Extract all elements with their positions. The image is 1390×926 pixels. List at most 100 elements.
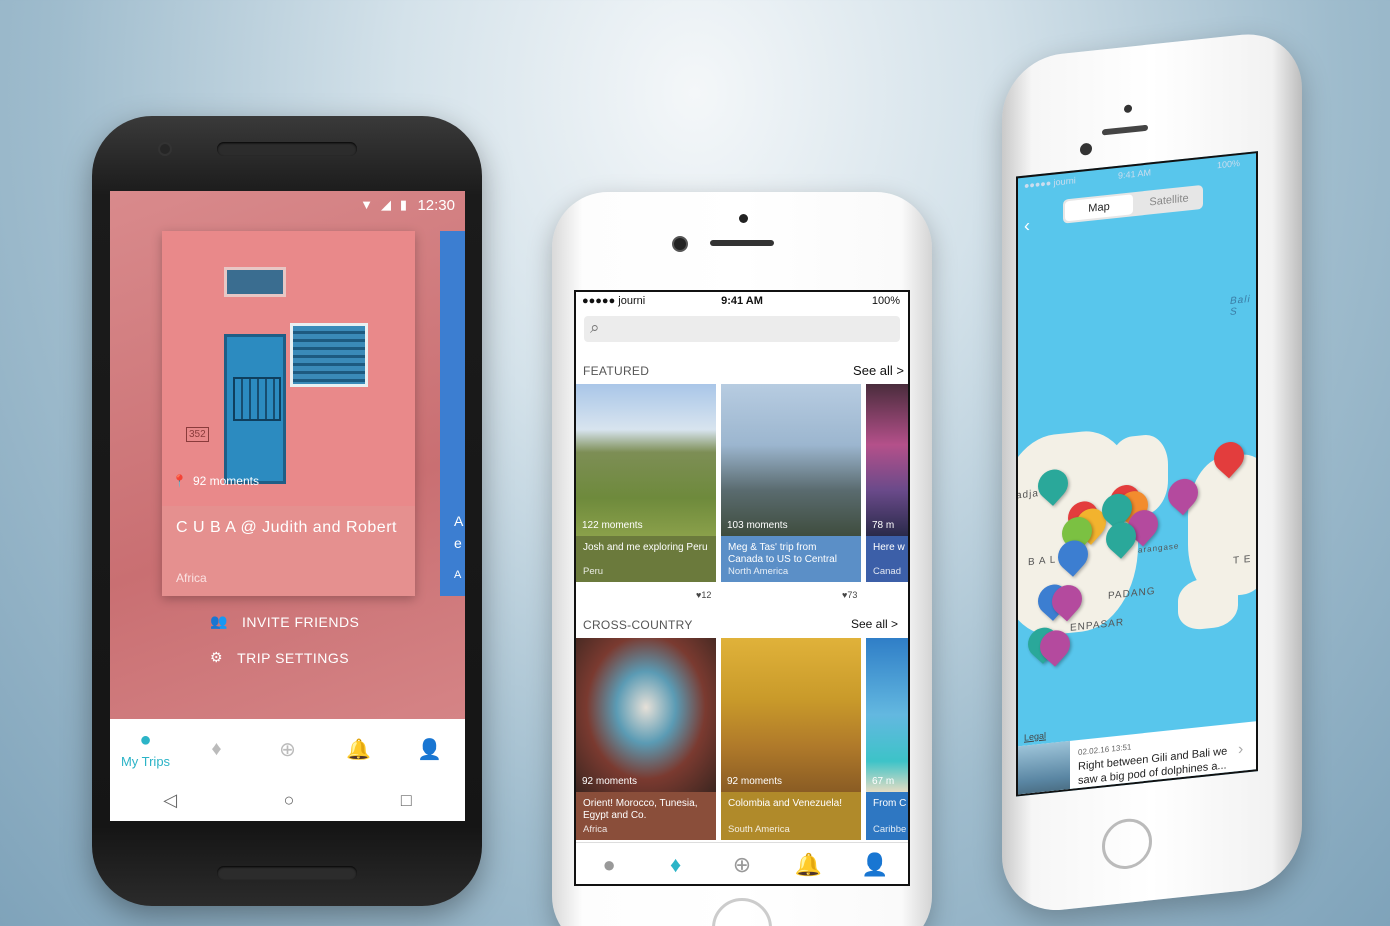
trip-card[interactable]: 352 📍 92 moments C U B A @ Judith and Ro…: [162, 231, 415, 596]
tile-moments: 103 moments: [727, 520, 788, 531]
segment-satellite[interactable]: Satellite: [1135, 185, 1203, 216]
battery-label: 100%: [871, 295, 900, 307]
bell-icon: 🔔: [794, 851, 823, 877]
globe-icon: ●: [602, 851, 616, 877]
home-nav-button[interactable]: ○: [284, 790, 295, 811]
featured-tile-1[interactable]: 122 moments Josh and me exploring Peru P…: [576, 384, 716, 584]
tile-title: Colombia and Venezuela!: [728, 798, 842, 809]
map-label-te: T E: [1233, 553, 1252, 567]
recents-nav-button[interactable]: □: [401, 790, 412, 811]
tile-caption: From C Domini Caribbe: [866, 792, 908, 840]
tab-my-trips-label: My Trips: [120, 754, 171, 769]
bottom-tab-bar: ● My Trips ♦ ⊕ 🔔 👤: [110, 719, 465, 779]
tile-moments: 92 moments: [727, 776, 783, 787]
plus-icon: ⊕: [732, 851, 752, 877]
tile-photo: [866, 638, 908, 792]
trip-settings-button[interactable]: ⚙ TRIP SETTINGS: [210, 649, 349, 666]
tab-notifications[interactable]: 🔔: [323, 719, 394, 779]
tab-profile[interactable]: 👤: [842, 843, 908, 884]
group-icon: 👥: [210, 613, 228, 629]
feather-icon: ♦: [211, 737, 222, 760]
status-time: 9:41 AM: [1118, 167, 1152, 181]
feather-icon: ♦: [669, 851, 682, 877]
speaker-grille-bottom: [217, 866, 357, 880]
tile-region: North America: [728, 566, 789, 577]
segment-map[interactable]: Map: [1065, 194, 1133, 222]
status-time: 12:30: [417, 197, 455, 214]
tab-my-trips[interactable]: ●: [576, 843, 642, 884]
trip-region: Africa: [176, 571, 207, 585]
tile-photo: [576, 384, 716, 536]
home-button[interactable]: [1102, 816, 1152, 872]
back-nav-button[interactable]: ◁: [163, 790, 177, 811]
featured-tile-2[interactable]: 103 moments Meg & Tas' trip from Canada …: [721, 384, 861, 584]
tile-likes[interactable]: ♥12: [696, 590, 711, 600]
map-label-bali-sea: Bali S: [1230, 293, 1251, 319]
status-bar: ●●●●● journi 9:41 AM 100%: [576, 292, 908, 312]
status-bar: ▼ ◢ ▮ 12:30: [110, 191, 465, 219]
next-card-text-2: e: [454, 535, 462, 551]
tile-photo: [721, 384, 861, 536]
tile-region: Caribbe: [873, 824, 907, 835]
user-icon: 👤: [861, 851, 889, 877]
front-camera: [158, 142, 172, 156]
proximity-sensor: [1124, 104, 1132, 114]
tile-title: Josh and me exploring Peru: [583, 542, 708, 553]
tile-likes[interactable]: ♥73: [842, 590, 857, 600]
next-trip-card[interactable]: A e A: [440, 231, 465, 596]
tab-feed[interactable]: ♦: [181, 719, 252, 779]
tile-region: Canad: [873, 566, 901, 577]
featured-tile-3[interactable]: 78 m Here w Luisa a Canad: [866, 384, 908, 584]
tile-title: Meg & Tas' trip from Canada to US to Cen…: [728, 542, 837, 565]
proximity-sensor: [739, 214, 748, 223]
tab-profile[interactable]: 👤: [394, 719, 465, 779]
tile-region: Peru: [583, 566, 604, 577]
invite-friends-button[interactable]: 👥 INVITE FRIENDS: [210, 613, 359, 630]
moments-count: 📍 92 moments: [172, 474, 259, 488]
tile-title: Orient! Morocco, Tunesia, Egypt and Co.: [583, 798, 698, 821]
trip-photo: 352 📍 92 moments: [162, 231, 415, 506]
featured-see-all[interactable]: See all >: [853, 363, 904, 378]
back-chevron-icon[interactable]: ‹: [1024, 215, 1030, 237]
moments-label: 92 moments: [192, 474, 259, 488]
tile-region: South America: [728, 824, 790, 835]
cross-tile-1[interactable]: 92 moments Orient! Morocco, Tunesia, Egy…: [576, 638, 716, 840]
status-time: 9:41 AM: [721, 295, 763, 307]
battery-icon: ▮: [399, 197, 407, 212]
door-number: 352: [186, 427, 209, 442]
plus-icon: ⊕: [279, 738, 296, 761]
tab-add[interactable]: ⊕: [252, 719, 323, 779]
tile-photo: [721, 638, 861, 792]
battery-label: 100%: [1216, 157, 1240, 171]
tile-photo: [866, 384, 908, 536]
moment-preview-card[interactable]: 02.02.16 13:51 Right between Gili and Ba…: [1018, 720, 1258, 797]
tab-add[interactable]: ⊕: [709, 843, 775, 884]
tile-caption: Here w Luisa a Canad: [866, 536, 908, 582]
tile-caption: Josh and me exploring Peru Peru: [576, 536, 716, 582]
photo-window: [290, 323, 368, 387]
tile-moments: 122 moments: [582, 520, 643, 531]
tab-feed[interactable]: ♦: [642, 843, 708, 884]
gear-icon: ⚙: [210, 649, 224, 665]
tab-my-trips[interactable]: ● My Trips: [110, 719, 181, 779]
cross-tile-3[interactable]: 67 m From C Domini Caribbe: [866, 638, 908, 840]
photo-door: [224, 334, 286, 484]
iphone-center: ●●●●● journi 9:41 AM 100% ⌕ FEATURED See…: [552, 192, 932, 926]
land-mass: [1178, 575, 1238, 632]
moment-thumbnail: [1018, 740, 1070, 797]
tile-caption: Orient! Morocco, Tunesia, Egypt and Co. …: [576, 792, 716, 840]
tile-photo: [576, 638, 716, 792]
chevron-right-icon: ›: [1238, 740, 1244, 759]
tile-moments: 67 m: [872, 776, 895, 787]
cross-tile-2[interactable]: 92 moments Colombia and Venezuela! South…: [721, 638, 861, 840]
earpiece: [1102, 124, 1148, 136]
cross-country-see-all[interactable]: See all >: [851, 617, 898, 631]
signal-icon: ◢: [381, 197, 391, 212]
next-card-text-1: A: [454, 513, 464, 529]
tab-notifications[interactable]: 🔔: [775, 843, 841, 884]
legal-link[interactable]: Legal: [1024, 730, 1046, 742]
front-camera: [672, 236, 688, 252]
home-button[interactable]: [712, 898, 772, 926]
search-input[interactable]: ⌕: [584, 316, 900, 342]
settings-label: TRIP SETTINGS: [237, 649, 350, 666]
